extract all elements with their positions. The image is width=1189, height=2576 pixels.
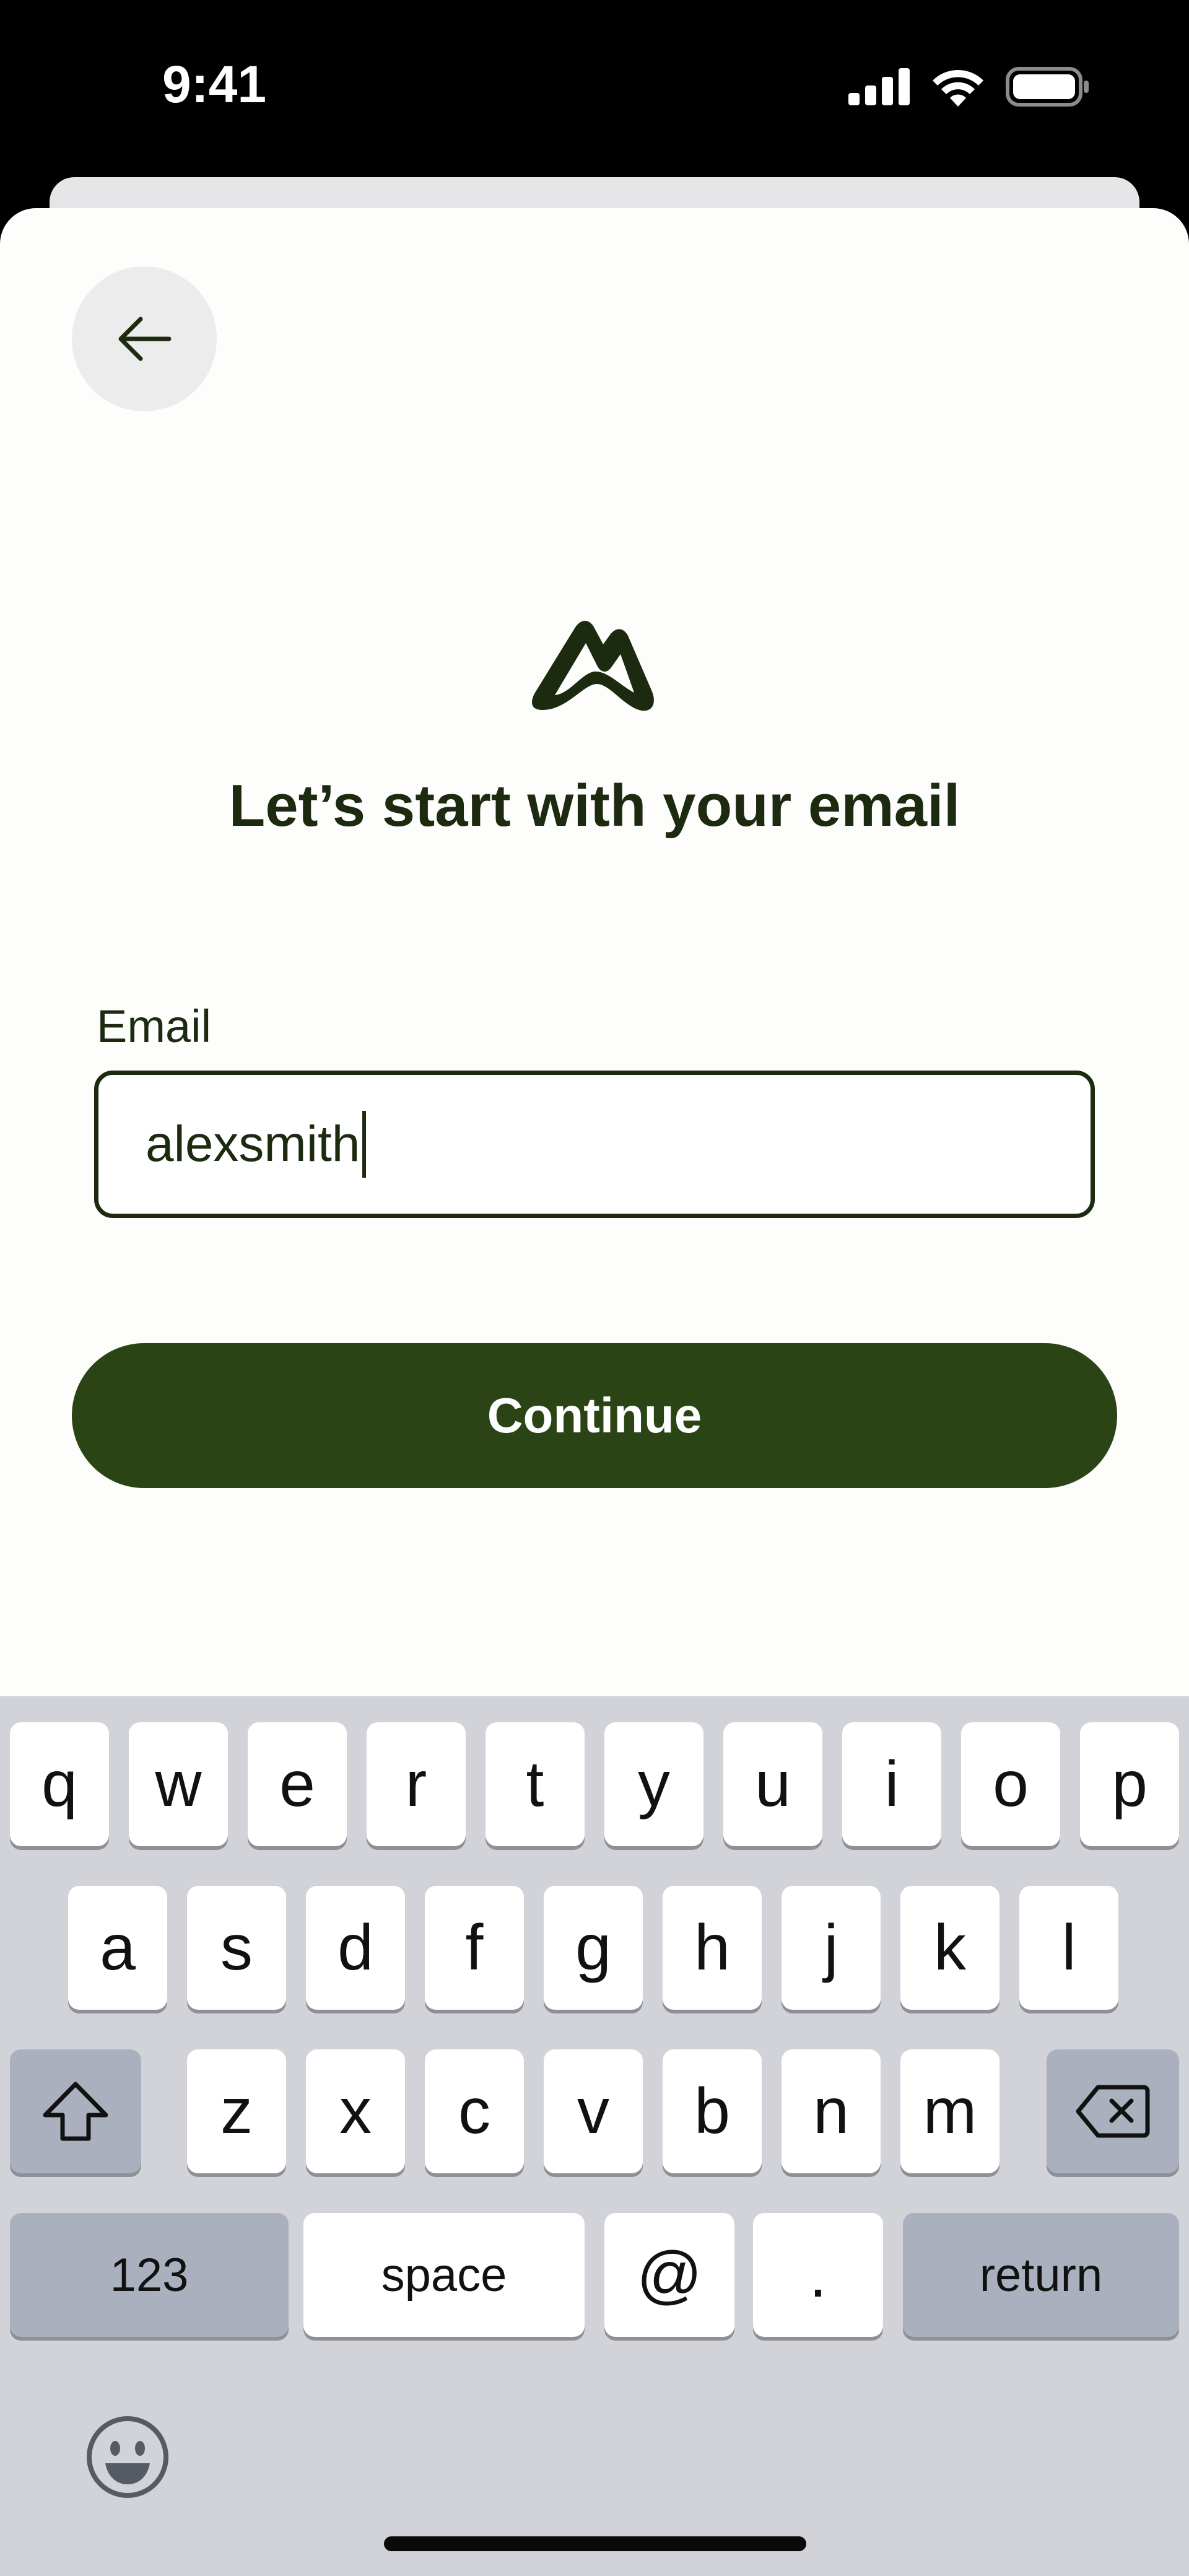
shift-icon <box>43 2082 108 2141</box>
key-n[interactable]: n <box>782 2049 881 2173</box>
key-l[interactable]: l <box>1019 1886 1118 2010</box>
key-s[interactable]: s <box>187 1886 286 2010</box>
key-r[interactable]: r <box>367 1722 466 1846</box>
screen: 9:41 Let’s start with your email Email a… <box>0 0 1189 2576</box>
status-icons <box>848 67 1090 107</box>
delete-key[interactable] <box>1047 2049 1179 2173</box>
key-c[interactable]: c <box>425 2049 524 2173</box>
space-key[interactable]: space <box>303 2213 585 2337</box>
key-e[interactable]: e <box>248 1722 347 1846</box>
email-label: Email <box>97 1001 212 1052</box>
key-g[interactable]: g <box>544 1886 643 2010</box>
arrow-left-icon <box>118 317 172 361</box>
shift-key[interactable] <box>10 2049 141 2173</box>
wifi-icon <box>933 70 983 107</box>
emoji-icon <box>87 2416 168 2498</box>
key-o[interactable]: o <box>961 1722 1060 1846</box>
key-m[interactable]: m <box>900 2049 1000 2173</box>
key-p[interactable]: p <box>1080 1722 1179 1846</box>
key-u[interactable]: u <box>723 1722 822 1846</box>
email-value: alexsmith <box>146 1116 360 1172</box>
at-key[interactable]: @ <box>604 2213 734 2337</box>
dot-key[interactable]: . <box>753 2213 883 2337</box>
key-d[interactable]: d <box>306 1886 405 2010</box>
mountain-logo-icon <box>532 621 654 711</box>
keyboard: q w e r t y u i o p a s d f g h j k l z … <box>0 1696 1189 2576</box>
back-button[interactable] <box>72 266 217 411</box>
key-y[interactable]: y <box>604 1722 703 1846</box>
text-caret <box>362 1111 367 1178</box>
key-q[interactable]: q <box>10 1722 109 1846</box>
key-j[interactable]: j <box>782 1886 881 2010</box>
continue-button[interactable]: Continue <box>72 1343 1117 1488</box>
home-indicator <box>384 2536 806 2551</box>
key-z[interactable]: z <box>187 2049 286 2173</box>
key-i[interactable]: i <box>842 1722 941 1846</box>
key-k[interactable]: k <box>900 1886 1000 2010</box>
key-t[interactable]: t <box>486 1722 585 1846</box>
key-v[interactable]: v <box>544 2049 643 2173</box>
delete-icon <box>1076 2085 1150 2138</box>
email-field[interactable]: alexsmith <box>94 1071 1095 1218</box>
status-time: 9:41 <box>162 55 267 113</box>
return-key[interactable]: return <box>903 2213 1179 2337</box>
key-w[interactable]: w <box>129 1722 228 1846</box>
cellular-signal-icon <box>848 68 910 105</box>
emoji-button[interactable] <box>84 2414 171 2500</box>
status-bar: 9:41 <box>0 0 1189 180</box>
numbers-key[interactable]: 123 <box>10 2213 289 2337</box>
battery-icon <box>1006 67 1089 107</box>
key-f[interactable]: f <box>425 1886 524 2010</box>
key-x[interactable]: x <box>306 2049 405 2173</box>
key-a[interactable]: a <box>68 1886 167 2010</box>
key-b[interactable]: b <box>663 2049 762 2173</box>
key-h[interactable]: h <box>663 1886 762 2010</box>
page-title: Let’s start with your email <box>229 773 960 839</box>
